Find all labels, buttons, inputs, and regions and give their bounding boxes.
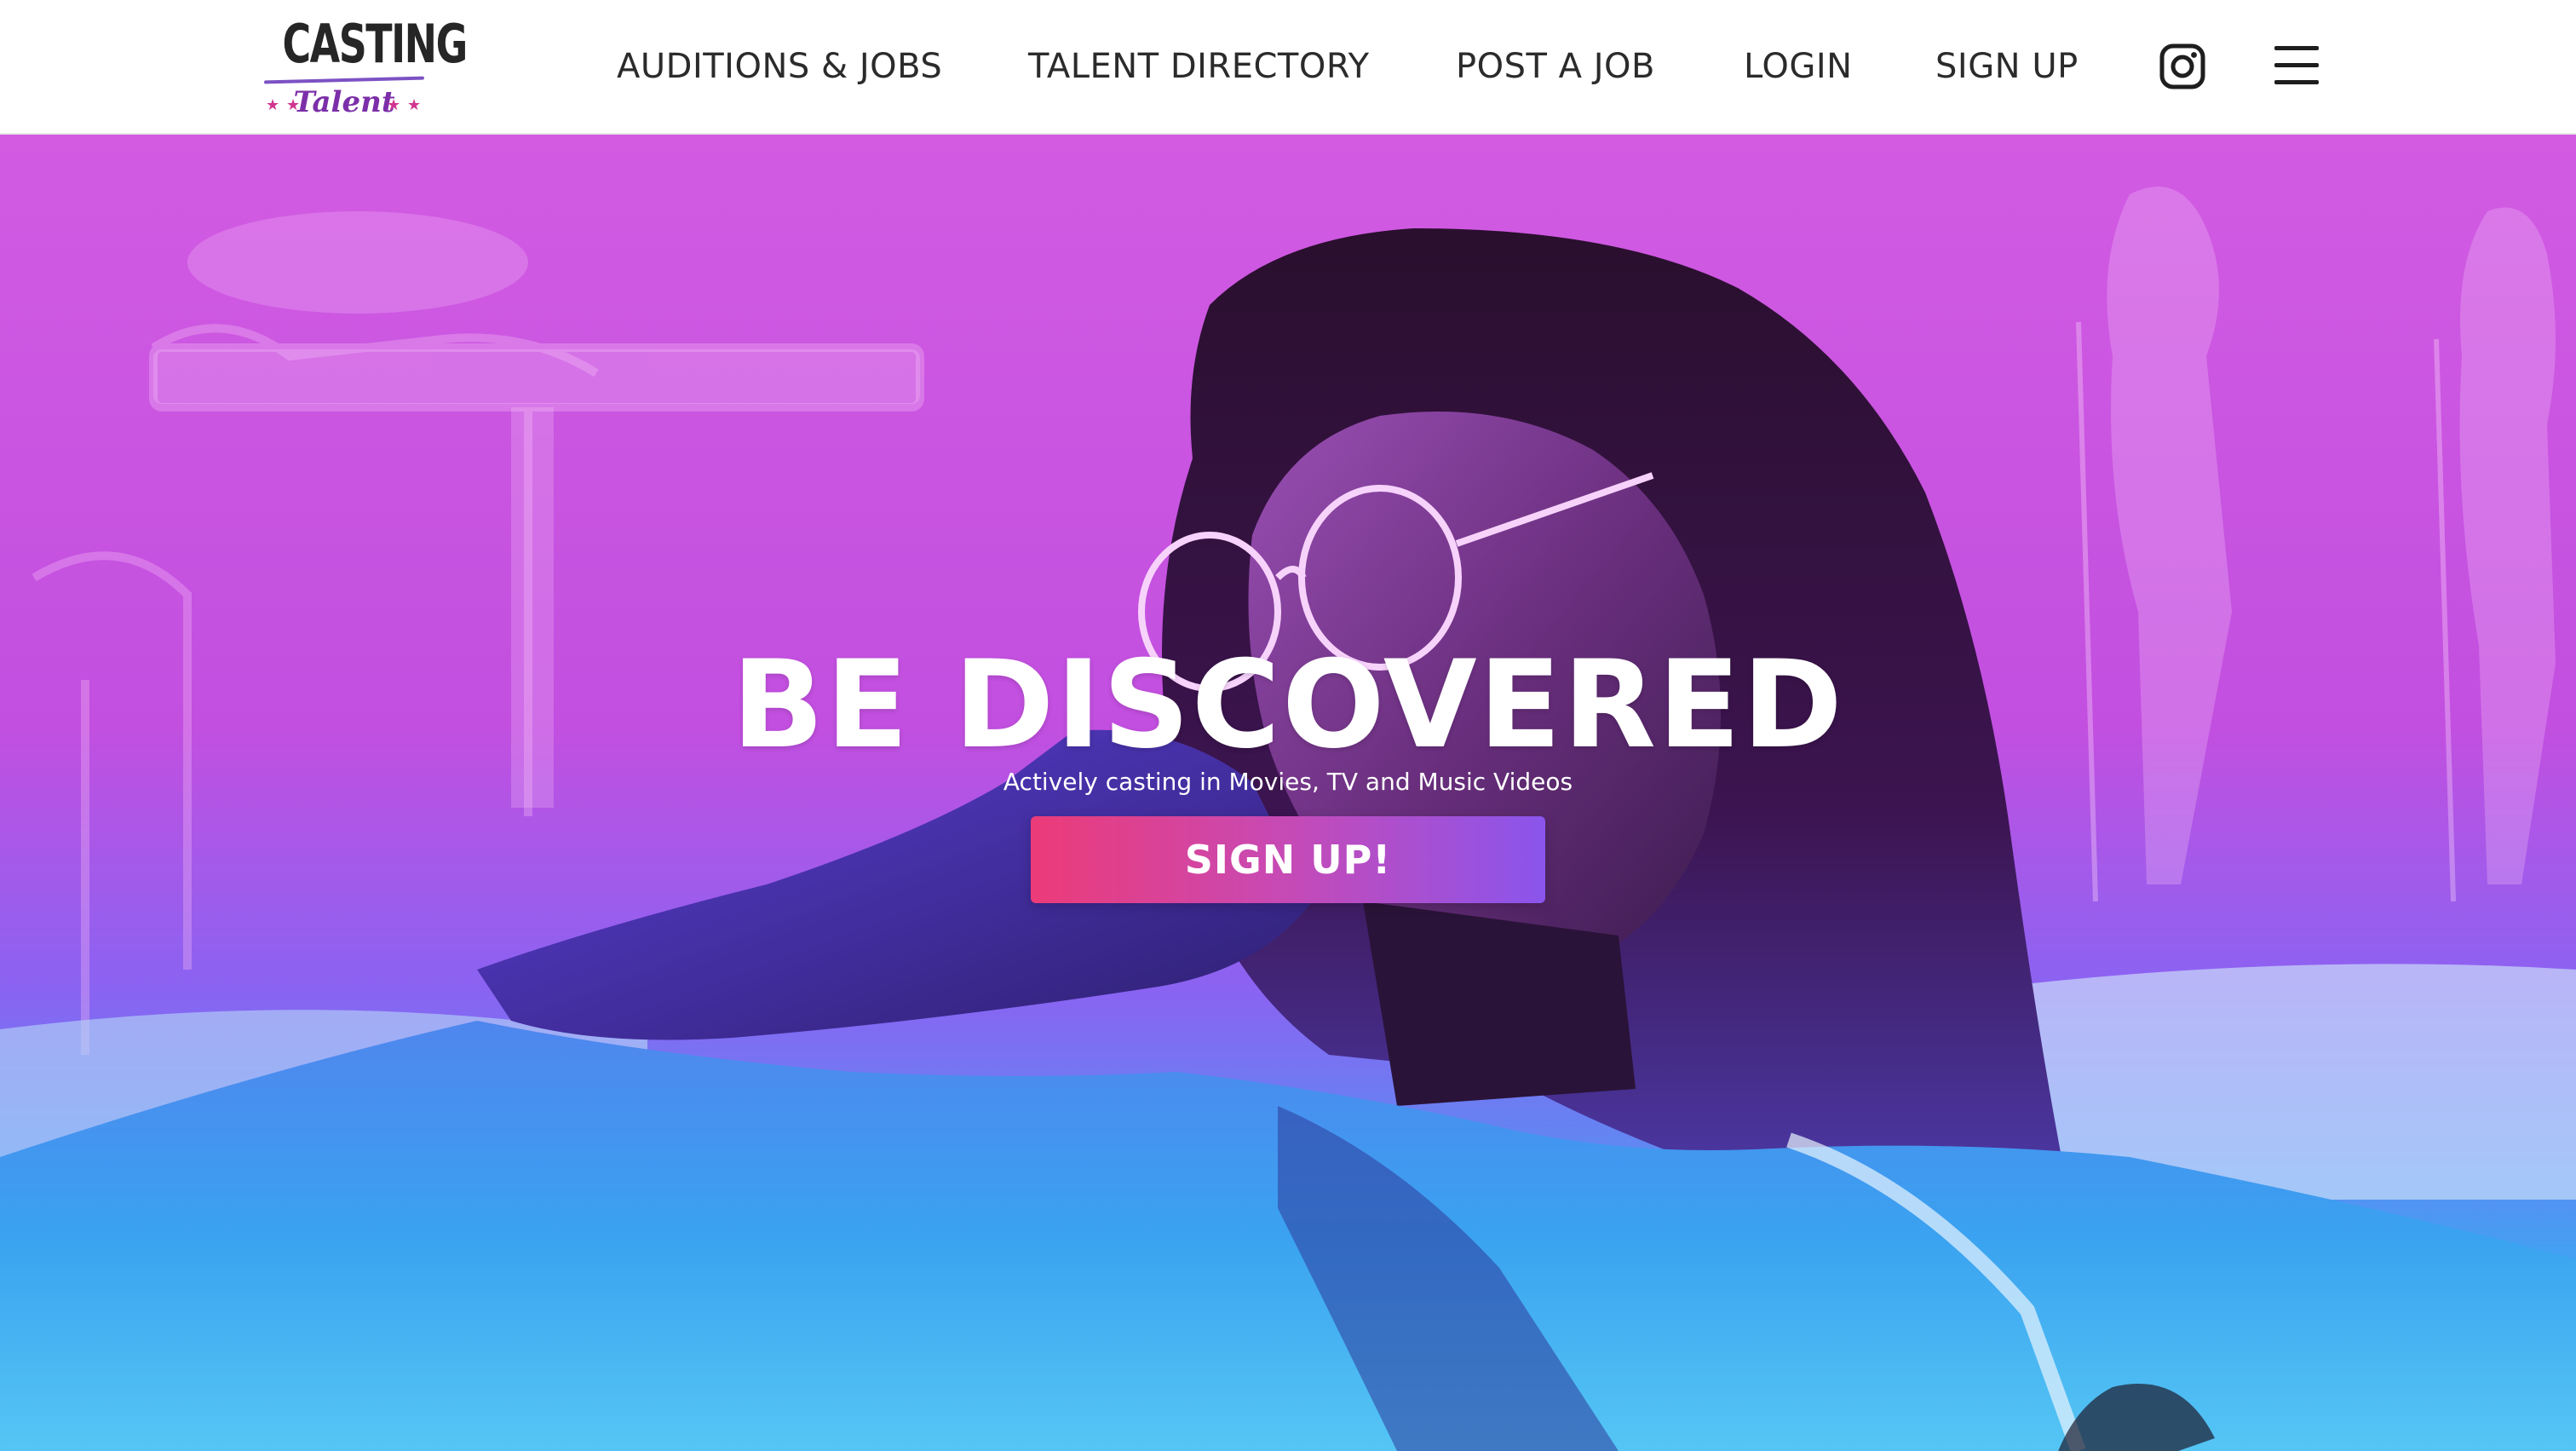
nav-login[interactable]: LOGIN: [1744, 34, 1853, 99]
nav-sign-up[interactable]: SIGN UP: [1935, 34, 2079, 99]
instagram-icon[interactable]: [2159, 43, 2206, 90]
logo-star-icon: ★: [387, 96, 401, 113]
nav-talent-directory[interactable]: TALENT DIRECTORY: [1028, 34, 1370, 99]
hamburger-menu-icon[interactable]: [2273, 44, 2320, 87]
nav-auditions-jobs[interactable]: AUDITIONS & JOBS: [617, 34, 942, 99]
sign-up-cta-button[interactable]: SIGN UP!: [1031, 816, 1545, 903]
hero-headline: BE DISCOVERED: [732, 635, 1844, 775]
hero-content: BE DISCOVERED Actively casting in Movies…: [0, 135, 2576, 1451]
logo-star-icon: ★: [407, 96, 422, 113]
site-header: CASTING ★ ★ Talent ★ ★ AUDITIONS & JOBS …: [0, 0, 2576, 135]
hero-subheadline: Actively casting in Movies, TV and Music…: [1003, 768, 1573, 796]
hero-section: BE DISCOVERED Actively casting in Movies…: [0, 135, 2576, 1451]
nav-post-a-job[interactable]: POST A JOB: [1456, 34, 1655, 99]
